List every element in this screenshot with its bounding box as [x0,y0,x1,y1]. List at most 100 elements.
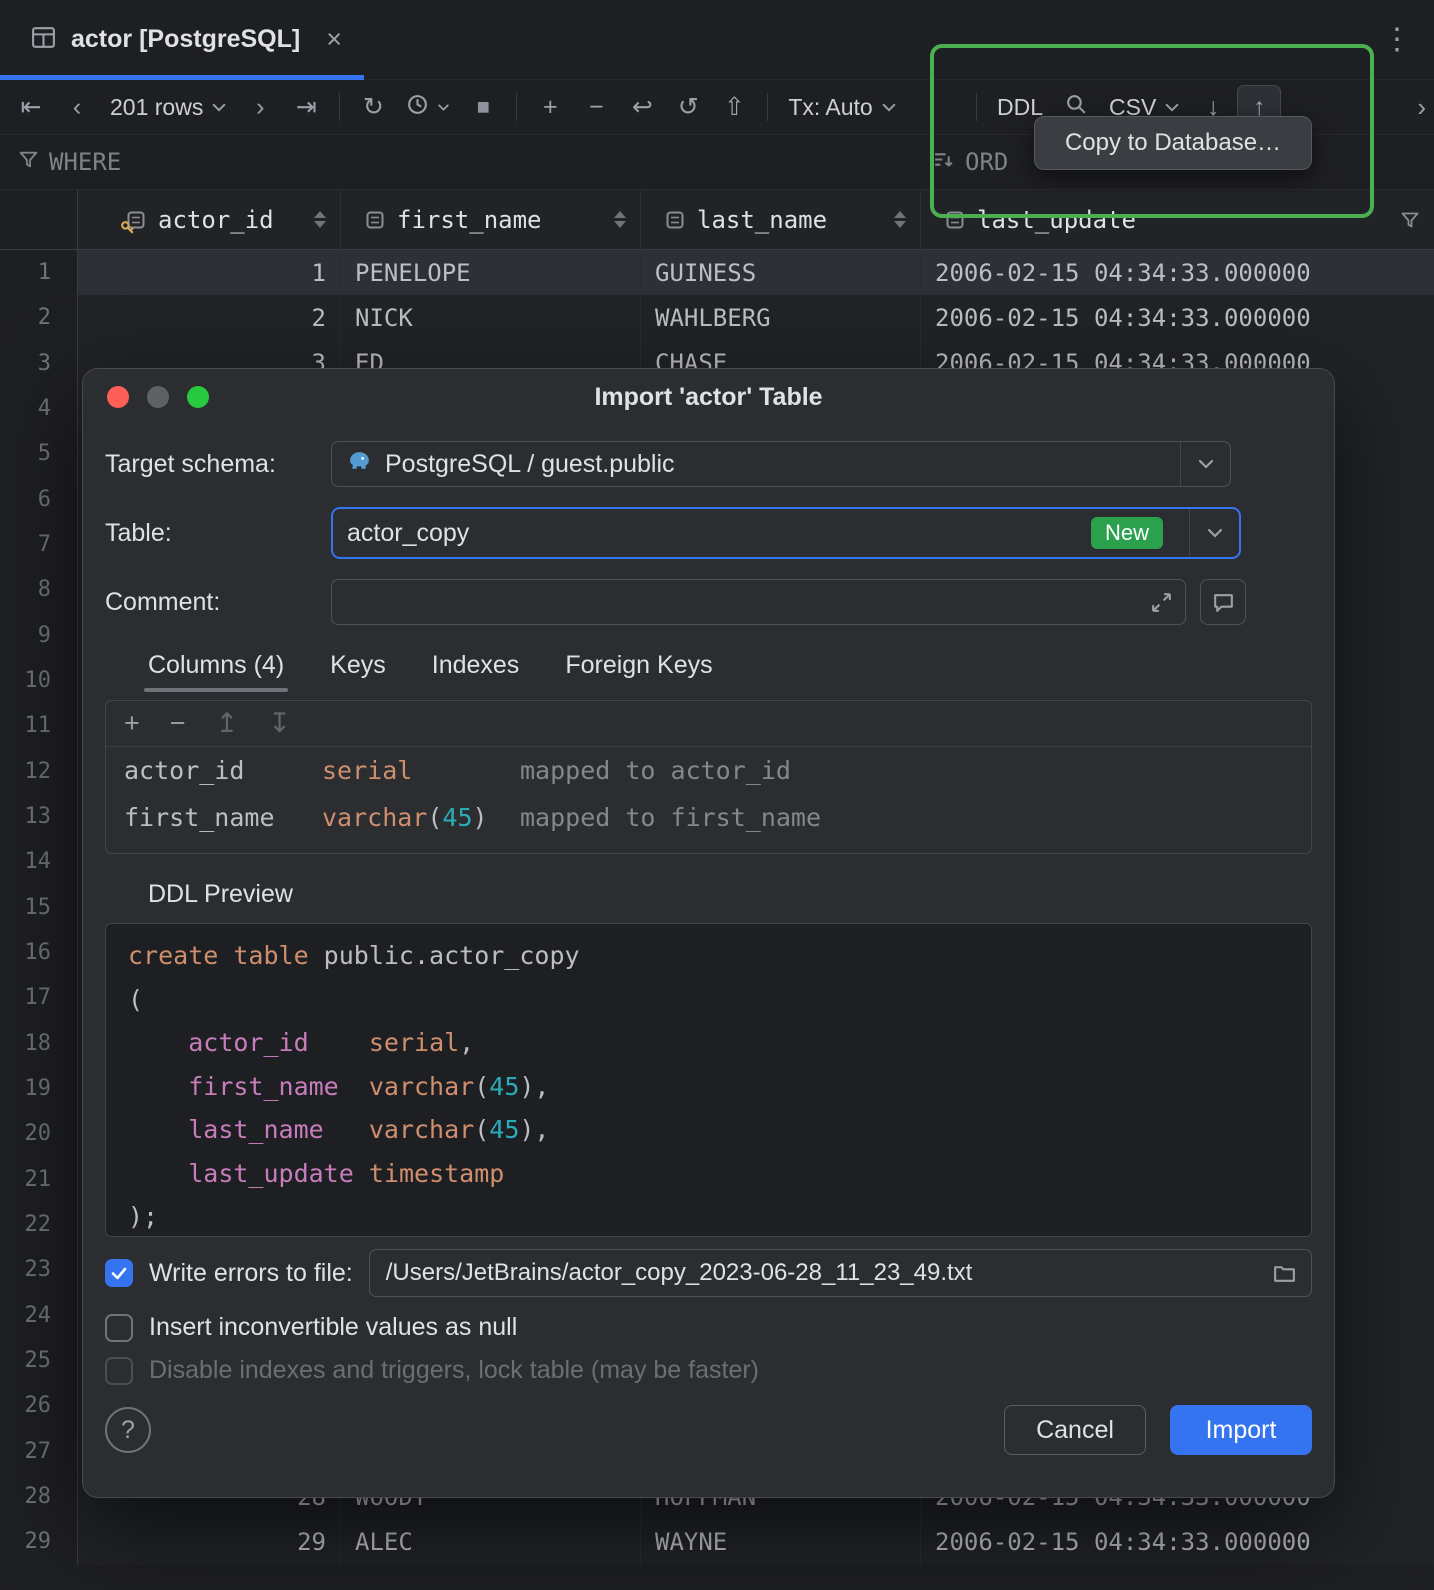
last-page-button[interactable]: ⇥ [285,86,327,128]
cell-last-update[interactable]: 2006-02-15 04:34:33.000000 [921,1519,1434,1564]
previous-page-button[interactable]: ‹ [56,86,98,128]
refresh-button[interactable]: ↻ [352,86,394,128]
sort-icon[interactable] [614,211,626,228]
cell-actor-id[interactable]: 2 [78,295,341,340]
folder-icon[interactable] [1272,1261,1297,1286]
row-number[interactable]: 24 [0,1293,78,1338]
row-number[interactable]: 27 [0,1429,78,1474]
row-number[interactable]: 17 [0,975,78,1020]
auto-refresh-dropdown[interactable] [398,86,458,128]
row-number[interactable]: 19 [0,1066,78,1111]
rollback-button[interactable]: ↺ [667,86,709,128]
tab-indexes[interactable]: Indexes [432,651,520,692]
cell-first-name[interactable]: ALEC [341,1519,641,1564]
row-number[interactable]: 23 [0,1247,78,1292]
row-number[interactable]: 6 [0,477,78,522]
column-header-last_update[interactable]: last_update [921,190,1434,249]
delete-row-button[interactable]: − [575,86,617,128]
row-number[interactable]: 25 [0,1338,78,1383]
cell-actor-id[interactable]: 1 [78,250,341,295]
row-number[interactable]: 2 [0,295,78,340]
row-number[interactable]: 22 [0,1202,78,1247]
cancel-button[interactable]: Cancel [1004,1405,1146,1455]
cell-last-name[interactable]: GUINESS [641,250,921,295]
cell-actor-id[interactable]: 29 [78,1519,341,1564]
sort-icon[interactable] [894,211,906,228]
move-down-button[interactable]: ↧ [268,708,291,739]
column-mapping-row[interactable]: actor_idserialmapped to actor_id [106,747,1311,794]
row-number[interactable]: 12 [0,749,78,794]
insert-null-checkbox[interactable] [105,1314,133,1342]
cell-last-name[interactable]: WAHLBERG [641,295,921,340]
table-row[interactable]: 11PENELOPEGUINESS2006-02-15 04:34:33.000… [0,250,1434,295]
target-schema-select[interactable]: PostgreSQL / guest.public [331,441,1231,487]
expand-icon[interactable] [1150,591,1173,614]
cell-last-name[interactable]: WAYNE [641,1519,921,1564]
column-mapping-row[interactable]: first_namevarchar(45)mapped to first_nam… [106,794,1311,841]
copy-to-database-tooltip[interactable]: Copy to Database… [1034,116,1312,170]
table-row[interactable]: 22NICKWAHLBERG2006-02-15 04:34:33.000000 [0,295,1434,340]
row-number[interactable]: 18 [0,1021,78,1066]
column-header-first_name[interactable]: first_name [341,190,641,249]
row-number[interactable]: 26 [0,1383,78,1428]
row-number[interactable]: 14 [0,839,78,884]
first-page-button[interactable]: ⇤ [10,86,52,128]
header-filter-icon[interactable] [1400,210,1420,230]
tab-actor-postgresql[interactable]: actor [PostgreSQL] × [0,0,364,79]
column-mapping-row[interactable]: last_namevarchar(45)mapped to last_name [106,841,1311,854]
disable-indexes-checkbox[interactable] [105,1357,133,1385]
stop-button[interactable]: ■ [462,86,504,128]
row-number[interactable]: 3 [0,341,78,386]
tab-foreign-keys[interactable]: Foreign Keys [565,651,712,692]
column-header-last_name[interactable]: last_name [641,190,921,249]
close-window-button[interactable] [107,386,129,408]
submit-button[interactable]: ⇧ [713,86,755,128]
row-number[interactable]: 5 [0,431,78,476]
row-number[interactable]: 10 [0,658,78,703]
cell-first-name[interactable]: PENELOPE [341,250,641,295]
minimize-window-button[interactable] [147,386,169,408]
row-number[interactable]: 13 [0,794,78,839]
remove-column-button[interactable]: − [170,708,186,739]
chevron-down-icon[interactable] [1180,442,1230,486]
kebab-menu-icon[interactable]: ⋮ [1382,0,1412,79]
write-errors-checkbox[interactable] [105,1259,133,1287]
next-page-button[interactable]: › [239,86,281,128]
row-number[interactable]: 1 [0,250,78,295]
tab-close-icon[interactable]: × [326,24,342,55]
row-number[interactable]: 9 [0,613,78,658]
error-file-path-input[interactable]: /Users/JetBrains/actor_copy_2023-06-28_1… [369,1249,1312,1297]
order-by-input[interactable]: ORD [965,148,1008,176]
tx-mode-dropdown[interactable]: Tx: Auto [780,86,904,128]
table-name-input[interactable]: actor_copy New [331,507,1241,559]
move-up-button[interactable]: ↥ [216,708,239,739]
cell-last-update[interactable]: 2006-02-15 04:34:33.000000 [921,295,1434,340]
tab-columns[interactable]: Columns (4) [148,651,284,692]
row-number[interactable]: 11 [0,703,78,748]
row-number[interactable]: 16 [0,930,78,975]
zoom-window-button[interactable] [187,386,209,408]
row-number[interactable]: 20 [0,1111,78,1156]
column-header-actor_id[interactable]: actor_id [78,190,341,249]
table-row[interactable]: 2929ALECWAYNE2006-02-15 04:34:33.000000 [0,1519,1434,1564]
row-number[interactable]: 21 [0,1157,78,1202]
help-button[interactable]: ? [105,1407,151,1453]
filter-funnel-icon[interactable] [18,148,39,176]
add-row-button[interactable]: + [529,86,571,128]
add-column-button[interactable]: + [124,708,140,739]
page-size-dropdown[interactable]: 201 rows [102,86,235,128]
import-button[interactable]: Import [1170,1405,1312,1455]
row-number[interactable]: 29 [0,1519,78,1564]
toolbar-overflow-button[interactable]: › [1417,80,1426,134]
where-clause-input[interactable]: WHERE [49,148,121,176]
row-number[interactable]: 4 [0,386,78,431]
row-number[interactable]: 28 [0,1474,78,1519]
cell-first-name[interactable]: NICK [341,295,641,340]
row-number[interactable]: 15 [0,885,78,930]
revert-button[interactable]: ↩ [621,86,663,128]
cell-last-update[interactable]: 2006-02-15 04:34:33.000000 [921,250,1434,295]
row-number[interactable]: 8 [0,567,78,612]
sort-icon[interactable] [314,211,326,228]
comment-input[interactable] [331,579,1186,625]
comment-bubble-button[interactable] [1200,579,1246,625]
